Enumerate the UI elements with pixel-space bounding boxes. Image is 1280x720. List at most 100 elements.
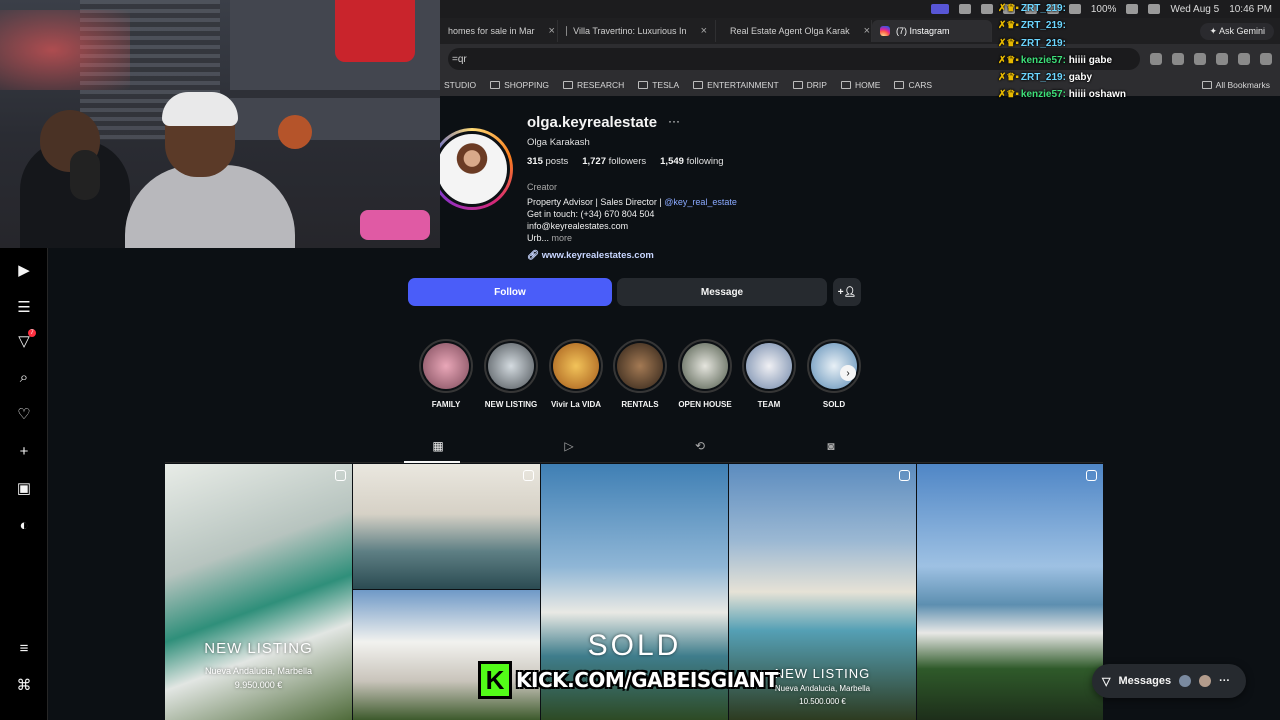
close-tab-icon[interactable]: × xyxy=(864,25,870,37)
highlight-rentals[interactable]: RENTALS xyxy=(610,339,670,409)
tab-title: Real Estate Agent Olga Karak xyxy=(730,26,850,36)
bookmark-folder[interactable]: TESLA xyxy=(638,80,679,90)
followers-count[interactable]: 1,727 followers xyxy=(582,156,646,167)
bio-line: Get in touch: (+34) 670 804 504 xyxy=(527,209,655,219)
profile-username: olga.keyrealestate xyxy=(527,114,658,131)
bookmark-label: SHOPPING xyxy=(504,80,549,90)
bookmark-label: HOME xyxy=(854,80,881,90)
profile-website-link[interactable]: 🔗︎ www.keyrealestates.com xyxy=(527,250,654,261)
post-tile[interactable] xyxy=(353,590,540,720)
webcam-red-light xyxy=(0,10,130,90)
active-tab-indicator xyxy=(404,461,460,463)
website-text: www.keyrealestates.com xyxy=(541,250,654,261)
chat-line: ✗♛▪ ZRT_219: xyxy=(998,17,1278,34)
search-icon[interactable]: ⌕ xyxy=(15,368,33,386)
highlight-team[interactable]: TEAM xyxy=(739,339,799,409)
tagged-tab-icon[interactable]: ◙ xyxy=(823,438,839,454)
create-icon[interactable]: + xyxy=(15,442,33,460)
browser-tab[interactable]: Villa Travertino: Luxurious In × xyxy=(558,20,716,42)
chat-badges-icon: ✗♛▪ xyxy=(998,3,1019,14)
post-tile[interactable] xyxy=(353,464,540,589)
highlight-new-listing[interactable]: NEW LISTING xyxy=(481,339,541,409)
webcam-shelf xyxy=(230,90,440,98)
chat-line: ✗♛▪ ZRT_219: xyxy=(998,0,1278,17)
follow-button[interactable]: Follow xyxy=(408,278,612,306)
calendar-icon[interactable] xyxy=(980,4,993,14)
bookmark-label: ENTERTAINMENT xyxy=(707,80,779,90)
bookmark-label: TESLA xyxy=(652,80,680,90)
profile-stats: 315 posts 1,727 followers 1,549 followin… xyxy=(527,156,724,167)
browser-tab[interactable]: homes for sale in Mar × xyxy=(440,20,558,42)
chat-badges-icon: ✗♛▪ xyxy=(998,37,1019,49)
menu-icon[interactable]: ≡ xyxy=(15,639,33,657)
bio-mention-link[interactable]: @key_real_estate xyxy=(664,197,737,207)
url-text: =qr xyxy=(452,53,467,65)
chat-message: gaby xyxy=(1068,72,1093,84)
insights-icon[interactable]: ▣ xyxy=(15,479,33,497)
status-icon[interactable] xyxy=(958,4,971,14)
messages-pill-icon: ▽ xyxy=(1102,675,1111,688)
bookmark-folder[interactable]: DRIP xyxy=(792,80,827,90)
highlight-label: OPEN HOUSE xyxy=(678,400,732,409)
highlight-ring xyxy=(678,339,732,393)
close-tab-icon[interactable]: × xyxy=(701,25,707,37)
webcam-overlay xyxy=(0,0,440,248)
chat-badges-icon: ✗♛▪ xyxy=(998,54,1019,66)
avatar xyxy=(1199,675,1212,687)
heart-icon[interactable]: ♡ xyxy=(15,405,33,423)
reel-icon xyxy=(899,470,910,481)
more-options-icon[interactable]: ··· xyxy=(668,114,680,128)
highlight-vivir-la-vida[interactable]: Vivir La VIDA xyxy=(546,339,606,409)
post-tile[interactable]: NEW LISTING Nueva Andalucia, Marbella 9.… xyxy=(165,464,352,720)
chat-username: ZRT_219: xyxy=(1020,3,1066,14)
messages-icon[interactable]: ☰ xyxy=(15,298,33,316)
bio-more-link[interactable]: more xyxy=(552,233,573,243)
post-tile[interactable] xyxy=(917,464,1103,720)
threads-icon[interactable]: ⌘ xyxy=(15,676,33,694)
add-user-icon[interactable]: +👤︎ xyxy=(833,278,861,306)
highlight-ring xyxy=(613,339,667,393)
folder-icon xyxy=(490,81,501,89)
posts-label: posts xyxy=(545,156,569,167)
post-location: Nueva Andalucia, Marbella xyxy=(204,666,313,676)
highlight-label: Vivir La VIDA xyxy=(550,400,602,409)
meta-icon[interactable]: ◐ xyxy=(15,516,33,534)
highlight-open-house[interactable]: OPEN HOUSE xyxy=(675,339,735,409)
tab-title: homes for sale in Mar xyxy=(448,26,535,36)
bookmark-folder[interactable]: ENTERTAINMENT xyxy=(693,80,779,90)
browser-tab-active[interactable]: (7) Instagram xyxy=(872,20,992,42)
highlight-cover xyxy=(682,343,728,389)
chevron-right-icon[interactable]: › xyxy=(840,365,856,381)
screen-record-icon[interactable] xyxy=(930,4,949,14)
browser-tab[interactable]: Real Estate Agent Olga Karak × xyxy=(716,20,872,42)
kick-banner: K KICK.COM/GABEISGIANT xyxy=(478,660,778,700)
site-favicon-icon xyxy=(566,26,568,36)
folder-icon xyxy=(894,81,905,89)
bookmark-folder[interactable]: HOME xyxy=(840,80,881,90)
highlight-family[interactable]: FAMILY xyxy=(416,339,476,409)
posts-grid-icon[interactable]: ▦ xyxy=(430,438,446,454)
messages-pill-button[interactable]: ▽ Messages ··· xyxy=(1092,664,1246,698)
bookmark-folder[interactable]: CARS xyxy=(894,80,932,90)
close-tab-icon[interactable]: × xyxy=(549,25,555,37)
reel-icon xyxy=(335,470,346,481)
bookmark-folder[interactable]: RESEARCH xyxy=(563,80,624,90)
chat-line: ✗♛▪ ZRT_219: xyxy=(998,35,1278,52)
bookmark-folder[interactable]: STUDIO xyxy=(444,80,476,90)
following-count[interactable]: 1,549 following xyxy=(660,156,723,167)
post-price: 9.950.000 € xyxy=(234,680,283,690)
webcam-pink-item xyxy=(360,210,430,240)
folder-icon xyxy=(638,81,649,89)
profile-avatar-ring[interactable] xyxy=(431,128,513,210)
reels-icon[interactable]: ▶ xyxy=(15,261,33,279)
highlight-label: SOLD xyxy=(822,400,846,409)
reels-tab-icon[interactable]: ▷ xyxy=(561,438,577,454)
notifications-filter-icon[interactable]: ▽ 7 xyxy=(15,329,36,350)
reposts-tab-icon[interactable]: ⟲ xyxy=(692,438,708,454)
highlight-label: FAMILY xyxy=(431,400,461,409)
chat-username: ZRT_219: xyxy=(1020,37,1066,49)
bookmark-folder[interactable]: SHOPPING xyxy=(490,80,549,90)
message-button[interactable]: Message xyxy=(617,278,827,306)
bookmark-label: STUDIO xyxy=(444,80,477,90)
webcam-streamer-right xyxy=(125,165,295,248)
